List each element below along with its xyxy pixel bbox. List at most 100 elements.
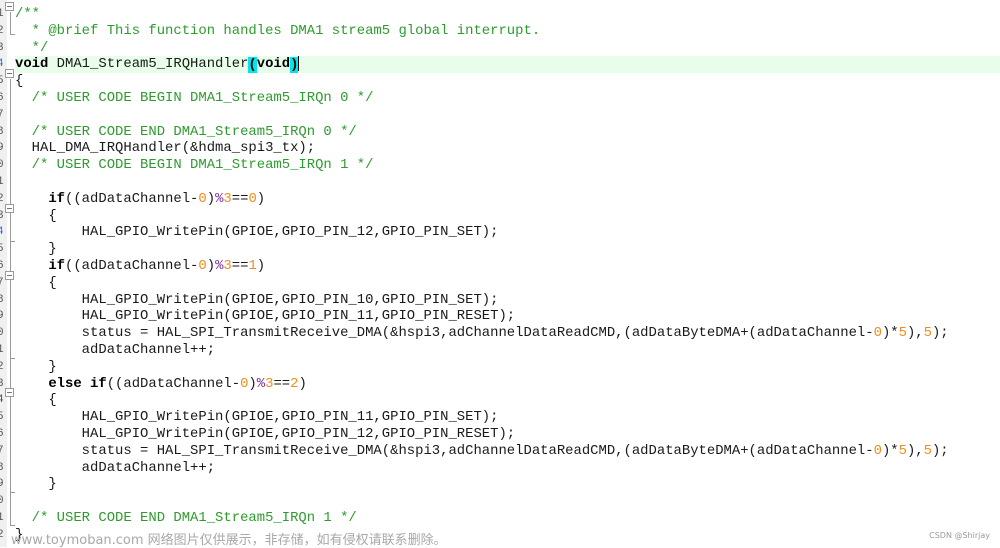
code-line[interactable] bbox=[15, 107, 1000, 124]
line-number: 1 bbox=[0, 176, 4, 188]
code-token: ) bbox=[248, 375, 257, 392]
code-editor[interactable]: /** * @brief This function handles DMA1 … bbox=[15, 6, 1000, 544]
code-token: } bbox=[15, 241, 57, 258]
code-line[interactable]: HAL_GPIO_WritePin(GPIOE,GPIO_PIN_11,GPIO… bbox=[15, 409, 1000, 426]
line-number: 8 bbox=[0, 125, 4, 138]
code-token: } bbox=[15, 358, 57, 375]
code-keyword: void bbox=[15, 56, 49, 73]
line-number: 9 bbox=[0, 310, 4, 323]
code-keyword: if bbox=[48, 257, 66, 274]
line-number: 6 bbox=[0, 428, 4, 440]
code-token: adDataChannel++; bbox=[15, 459, 216, 476]
watermark-text: www.toymoban.com 网络图片仅供展示，非存储，如有侵权请联系删除。 bbox=[11, 533, 447, 548]
code-number: 5 bbox=[923, 325, 932, 342]
code-keyword: else bbox=[48, 375, 82, 392]
code-line[interactable]: adDataChannel++; bbox=[15, 460, 1000, 477]
code-line[interactable]: HAL_GPIO_WritePin(GPIOE,GPIO_PIN_10,GPIO… bbox=[15, 292, 1000, 309]
code-token: HAL_GPIO_WritePin(GPIOE,GPIO_PIN_11,GPIO… bbox=[15, 308, 516, 325]
line-number: 0 bbox=[0, 159, 4, 172]
code-line[interactable]: adDataChannel++; bbox=[15, 342, 1000, 359]
code-line[interactable]: status = HAL_SPI_TransmitReceive_DMA(&hs… bbox=[15, 325, 1000, 342]
code-number: 5 bbox=[923, 442, 932, 459]
code-token: ((adDataChannel- bbox=[65, 257, 199, 274]
code-token: HAL_DMA_IRQHandler(&hdma_spi3_tx); bbox=[15, 140, 316, 157]
code-line[interactable]: if((adDataChannel-0)%3==0) bbox=[15, 191, 1000, 208]
code-line[interactable]: /* USER CODE END DMA1_Stream5_IRQn 0 */ bbox=[15, 124, 1000, 141]
author-credit: CSDN @Shirjay bbox=[929, 531, 990, 540]
line-number: 9 bbox=[0, 478, 4, 491]
code-comment: /* USER CODE BEGIN DMA1_Stream5_IRQn 1 *… bbox=[31, 157, 374, 174]
code-token: { bbox=[15, 73, 24, 90]
line-number: 2 bbox=[0, 360, 4, 373]
code-line[interactable]: HAL_GPIO_WritePin(GPIOE,GPIO_PIN_11,GPIO… bbox=[15, 308, 1000, 325]
code-token: ) bbox=[256, 190, 266, 207]
code-line[interactable]: HAL_GPIO_WritePin(GPIOE,GPIO_PIN_12,GPIO… bbox=[15, 224, 1000, 241]
code-line[interactable] bbox=[15, 493, 1000, 510]
code-token: ((adDataChannel- bbox=[106, 375, 241, 392]
code-token: status = HAL_SPI_TransmitReceive_DMA(&hs… bbox=[15, 442, 874, 459]
code-token: HAL_GPIO_WritePin(GPIOE,GPIO_PIN_12,GPIO… bbox=[15, 224, 499, 241]
code-token: )* bbox=[881, 442, 899, 459]
code-line[interactable]: } bbox=[15, 241, 1000, 258]
code-line-current[interactable]: void DMA1_Stream5_IRQHandler(void) bbox=[15, 56, 1000, 74]
code-token: ) bbox=[206, 190, 216, 207]
code-token: ) bbox=[256, 257, 266, 274]
code-line[interactable]: HAL_DMA_IRQHandler(&hdma_spi3_tx); bbox=[15, 140, 1000, 157]
code-keyword: void bbox=[256, 56, 291, 73]
code-line[interactable]: status = HAL_SPI_TransmitReceive_DMA(&hs… bbox=[15, 443, 1000, 460]
line-number: 2 bbox=[0, 528, 4, 541]
code-number: 5 bbox=[898, 325, 907, 342]
fold-toggle-block[interactable] bbox=[5, 271, 14, 280]
code-line[interactable]: { bbox=[15, 73, 1000, 90]
code-line[interactable]: else if((adDataChannel-0)%3==2) bbox=[15, 376, 1000, 393]
code-comment: /* USER CODE END DMA1_Stream5_IRQn 0 */ bbox=[31, 123, 357, 140]
code-keyword: if bbox=[90, 375, 107, 392]
code-keyword: if bbox=[48, 190, 66, 207]
code-token: DMA1_Stream5_IRQHandler bbox=[48, 56, 249, 73]
fold-guide bbox=[10, 12, 11, 34]
code-line[interactable]: { bbox=[15, 392, 1000, 409]
code-line[interactable]: } bbox=[15, 359, 1000, 376]
code-line[interactable]: { bbox=[15, 275, 1000, 292]
code-token: )* bbox=[881, 325, 899, 342]
line-number: 5 bbox=[0, 411, 4, 424]
code-number: 3 bbox=[223, 190, 232, 207]
code-line[interactable] bbox=[15, 174, 1000, 191]
line-number: 7 bbox=[0, 444, 4, 457]
line-number: 0 bbox=[0, 495, 4, 508]
code-comment: * @brief This function handles DMA1 stre… bbox=[15, 22, 541, 39]
code-line[interactable]: /* USER CODE BEGIN DMA1_Stream5_IRQn 1 *… bbox=[15, 157, 1000, 174]
code-line[interactable]: { bbox=[15, 208, 1000, 225]
code-token: ) bbox=[206, 257, 216, 274]
code-line[interactable]: /** bbox=[15, 6, 1000, 23]
code-line[interactable]: /* USER CODE END DMA1_Stream5_IRQn 1 */ bbox=[15, 510, 1000, 527]
line-number: 4 bbox=[0, 226, 4, 239]
code-token: { bbox=[15, 274, 57, 291]
text-caret bbox=[298, 56, 300, 72]
code-token: ) bbox=[298, 375, 307, 392]
code-number: 0 bbox=[198, 257, 207, 274]
code-token: ); bbox=[931, 325, 949, 342]
code-line[interactable]: } bbox=[15, 476, 1000, 493]
fold-toggle-comment[interactable] bbox=[5, 2, 14, 11]
fold-toggle-function[interactable] bbox=[5, 69, 14, 78]
code-line[interactable]: if((adDataChannel-0)%3==1) bbox=[15, 258, 1000, 275]
matched-brace: ) bbox=[290, 56, 299, 73]
fold-toggle-block[interactable] bbox=[5, 388, 14, 397]
code-token: ), bbox=[906, 325, 924, 342]
code-line[interactable]: */ bbox=[15, 40, 1000, 57]
fold-toggle-block[interactable] bbox=[5, 204, 14, 213]
code-number: 5 bbox=[898, 442, 907, 459]
code-line[interactable]: /* USER CODE BEGIN DMA1_Stream5_IRQn 0 *… bbox=[15, 90, 1000, 107]
code-token: HAL_GPIO_WritePin(GPIOE,GPIO_PIN_11,GPIO… bbox=[15, 409, 499, 426]
line-number: 7 bbox=[0, 108, 4, 121]
code-line[interactable]: HAL_GPIO_WritePin(GPIOE,GPIO_PIN_12,GPIO… bbox=[15, 426, 1000, 443]
line-number: 3 bbox=[0, 41, 4, 54]
code-comment: /* USER CODE END DMA1_Stream5_IRQn 1 */ bbox=[31, 509, 357, 526]
code-token: } bbox=[15, 476, 57, 493]
code-line[interactable]: * @brief This function handles DMA1 stre… bbox=[15, 23, 1000, 40]
